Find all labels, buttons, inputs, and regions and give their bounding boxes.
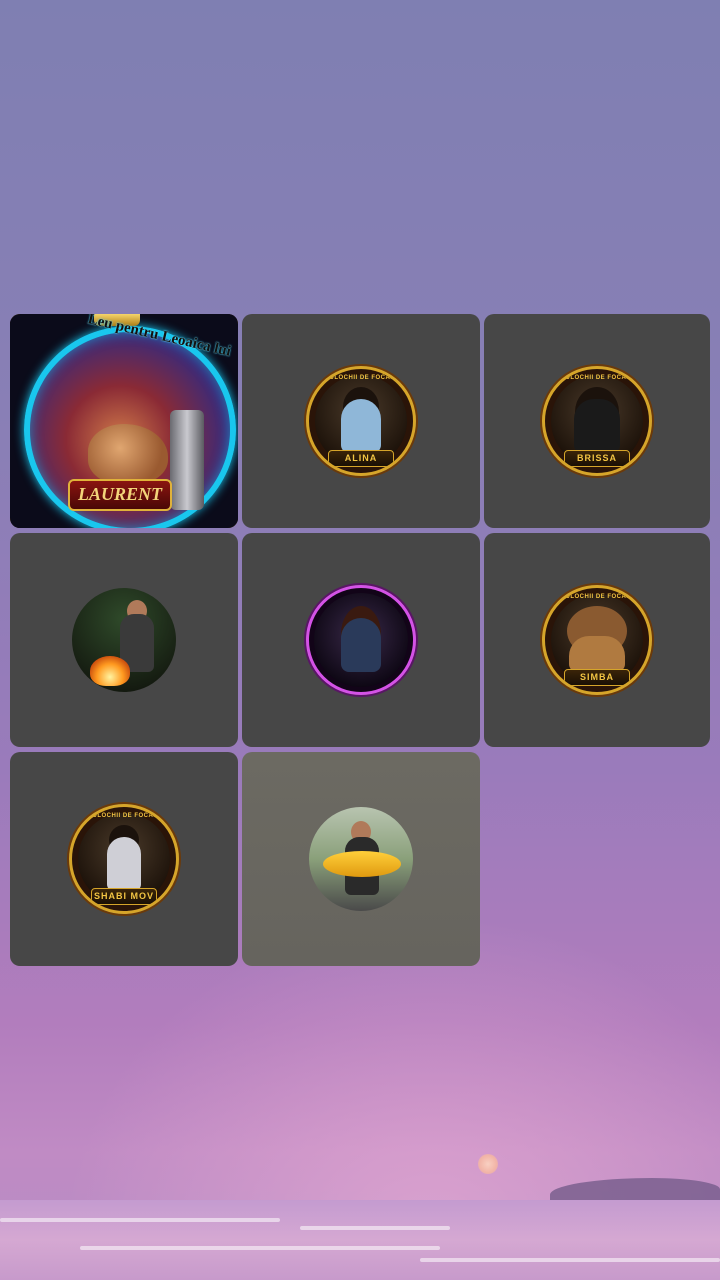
participant-tile-campfire[interactable]	[10, 533, 238, 747]
avatar	[309, 807, 413, 911]
wave	[420, 1258, 720, 1262]
portrait-figure	[107, 837, 141, 891]
badge-name-plate: BRISSA	[564, 450, 630, 467]
participant-grid: Leu pentru Leoaica lui LAURENT VOLOCHII …	[10, 314, 710, 966]
avatar: VOLOCHII DE FOCANI SHABI MOV	[69, 804, 179, 914]
portrait-figure	[341, 399, 381, 453]
moon	[478, 1154, 498, 1174]
wave	[300, 1226, 450, 1230]
badge-arc-text: VOLOCHII DE FOCANI	[560, 375, 634, 381]
campfire-icon	[90, 656, 130, 686]
portrait-figure	[341, 618, 381, 672]
badge-name-plate: SIMBA	[564, 669, 630, 686]
badge-name-plate: LAURENT	[68, 479, 172, 511]
avatar: VOLOCHII DE FOCANI ALINA	[306, 366, 416, 476]
wave	[0, 1218, 280, 1222]
participant-tile-fish[interactable]	[242, 752, 480, 966]
bottle-icon	[170, 410, 204, 510]
badge-arc-text: VOLOCHII DE FOCANI	[324, 375, 398, 381]
participant-tile-pink-badge[interactable]	[242, 533, 480, 747]
portrait-figure	[574, 399, 620, 453]
participant-tile-brissa[interactable]: VOLOCHII DE FOCANI BRISSA	[484, 314, 710, 528]
badge-name-plate: ALINA	[328, 450, 394, 467]
badge-name-plate: SHABI MOV	[91, 888, 157, 905]
participant-tile-alina[interactable]: VOLOCHII DE FOCANI ALINA	[242, 314, 480, 528]
badge-arc-text: VOLOCHII DE FOCANI	[560, 594, 634, 600]
avatar: VOLOCHII DE FOCANI BRISSA	[542, 366, 652, 476]
wave	[80, 1246, 440, 1250]
lion-icon	[88, 424, 168, 484]
fish-icon	[323, 851, 401, 877]
badge-arc-text: VOLOCHII DE FOCANI	[87, 813, 161, 819]
lion-body	[569, 636, 625, 672]
participant-tile-simba[interactable]: VOLOCHII DE FOCANI SIMBA	[484, 533, 710, 747]
participant-tile-shabi-mov[interactable]: VOLOCHII DE FOCANI SHABI MOV	[10, 752, 238, 966]
avatar	[306, 585, 416, 695]
avatar	[72, 588, 176, 692]
avatar: VOLOCHII DE FOCANI SIMBA	[542, 585, 652, 695]
sea	[0, 1200, 720, 1280]
participant-tile-laurent[interactable]: Leu pentru Leoaica lui LAURENT	[10, 314, 238, 528]
